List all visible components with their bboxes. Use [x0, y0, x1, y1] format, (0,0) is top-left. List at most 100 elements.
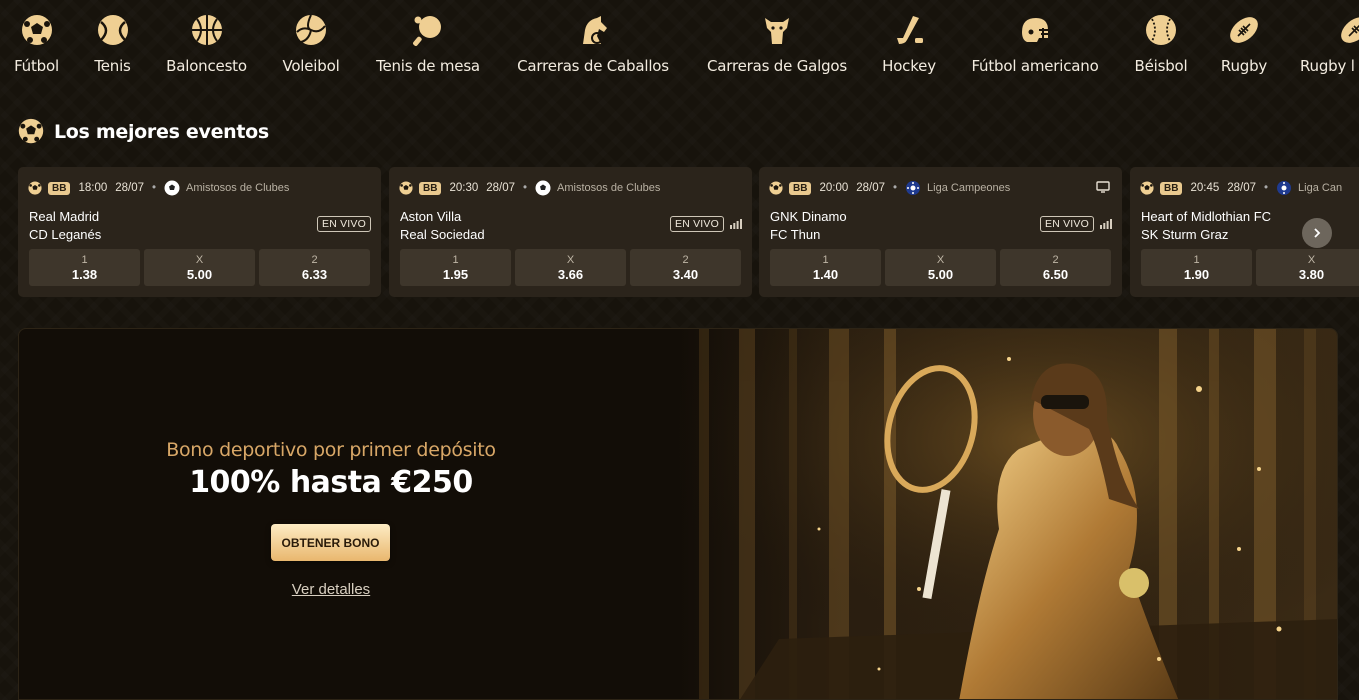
event-card[interactable]: BB 18:00 28/07 • Amistosos de Clubes Rea…: [18, 167, 381, 297]
sport-label: Tenis: [94, 57, 131, 75]
odds-row: 1 1.38 X 5.00 2 6.33: [29, 249, 370, 286]
away-team: FC Thun: [770, 227, 821, 242]
event-card[interactable]: BB 20:30 28/07 • Amistosos de Clubes Ast…: [389, 167, 752, 297]
sport-item-tenis-de-mesa[interactable]: Tenis de mesa: [374, 12, 482, 75]
odds-row: 1 1.95 X 3.66 2 3.40: [400, 249, 741, 286]
section-title: Los mejores eventos: [54, 121, 269, 143]
event-meta: BB 20:00 28/07 • Liga Campeones: [769, 180, 1010, 196]
sport-item-carreras-de-galgos[interactable]: Carreras de Galgos: [705, 12, 849, 75]
odd-value: 1.95: [442, 266, 469, 282]
tennis-player-illustration: [679, 329, 1337, 699]
bet-builder-badge: BB: [1160, 181, 1183, 195]
champions-league-icon: [906, 181, 921, 195]
get-bonus-button[interactable]: OBTENER BONO: [271, 524, 390, 561]
sport-item-futbol[interactable]: Fútbol: [13, 12, 60, 75]
odd-button-draw[interactable]: X 3.80: [1256, 249, 1359, 286]
event-time: 18:00: [78, 182, 108, 194]
away-team: SK Sturm Graz: [1141, 227, 1229, 242]
event-teams[interactable]: GNK Dinamo FC Thun: [770, 208, 847, 244]
competition-name: Liga Campeones: [927, 182, 1011, 194]
chevron-right-icon: [1314, 228, 1321, 238]
rugby-ball-icon: [1227, 12, 1261, 48]
separator-dot: •: [893, 182, 898, 194]
odd-value: 3.80: [1298, 266, 1325, 282]
sport-item-voleibol[interactable]: Voleibol: [280, 12, 342, 75]
event-teams[interactable]: Heart of Midlothian FC SK Sturm Graz: [1141, 208, 1271, 244]
sport-label: Fútbol americano: [971, 57, 1099, 75]
event-meta: BB 20:30 28/07 • Amistosos de Clubes: [399, 180, 660, 196]
odd-label: 1: [822, 253, 829, 266]
football-helmet-icon: [1018, 12, 1052, 48]
view-details-link[interactable]: Ver detalles: [19, 581, 643, 598]
odd-button-away[interactable]: 2 6.33: [259, 249, 370, 286]
odd-value: 1.40: [812, 266, 839, 282]
competition-name: Amistosos de Clubes: [186, 182, 290, 194]
odd-button-away[interactable]: 2 6.50: [1000, 249, 1111, 286]
odd-label: X: [1307, 253, 1316, 266]
live-badge: EN VIVO: [670, 216, 724, 232]
sport-item-baloncesto[interactable]: Baloncesto: [165, 12, 248, 75]
odd-value: 3.40: [672, 266, 699, 282]
odd-button-away[interactable]: 2 3.40: [630, 249, 741, 286]
event-teams[interactable]: Aston Villa Real Sociedad: [400, 208, 485, 244]
hockey-stick-icon: [892, 12, 926, 48]
sport-item-hockey[interactable]: Hockey: [881, 12, 937, 75]
stats-bars-icon[interactable]: [730, 219, 742, 229]
live-indicator: EN VIVO: [317, 216, 371, 232]
sport-item-futbol-americano[interactable]: Fútbol americano: [969, 12, 1101, 75]
odd-button-home[interactable]: 1 1.40: [770, 249, 881, 286]
event-teams[interactable]: Real Madrid CD Leganés: [29, 208, 101, 244]
rugby-ball-icon: [1338, 12, 1359, 48]
sport-label: Carreras de Galgos: [707, 57, 847, 75]
promo-subtitle: Bono deportivo por primer depósito: [166, 439, 496, 461]
soccer-ball-icon: [20, 12, 54, 48]
sport-item-carreras-de-caballos[interactable]: Carreras de Caballos: [514, 12, 672, 75]
odd-label: 1: [1193, 253, 1200, 266]
sport-item-rugby[interactable]: Rugby: [1219, 12, 1269, 75]
baseball-icon: [1144, 12, 1178, 48]
odd-label: X: [566, 253, 575, 266]
promo-headline: 100% hasta €250: [189, 465, 473, 500]
event-date: 28/07: [115, 182, 145, 194]
event-date: 28/07: [486, 182, 516, 194]
odd-value: 5.00: [186, 266, 213, 282]
event-card[interactable]: BB 20:00 28/07 • Liga Campeones GNK Dina…: [759, 167, 1122, 297]
stats-bars-icon[interactable]: [1100, 219, 1112, 229]
soccer-ball-icon: [399, 181, 413, 195]
odd-button-home[interactable]: 1 1.95: [400, 249, 511, 286]
odd-value: 5.00: [927, 266, 954, 282]
sport-label: Voleibol: [282, 57, 340, 75]
odd-button-draw[interactable]: X 5.00: [144, 249, 255, 286]
separator-dot: •: [523, 182, 528, 194]
odd-button-draw[interactable]: X 3.66: [515, 249, 626, 286]
soccer-ball-icon: [18, 118, 46, 146]
odd-button-home[interactable]: 1 1.38: [29, 249, 140, 286]
event-meta: BB 18:00 28/07 • Amistosos de Clubes: [28, 180, 289, 196]
live-stream-tv-icon[interactable]: [1096, 181, 1110, 193]
events-carousel: BB 18:00 28/07 • Amistosos de Clubes Rea…: [18, 167, 1359, 297]
promo-banner: Bono deportivo por primer depósito 100% …: [18, 328, 1338, 700]
live-badge: EN VIVO: [1040, 216, 1094, 232]
home-team: Heart of Midlothian FC: [1141, 209, 1272, 224]
separator-dot: •: [152, 182, 157, 194]
event-time: 20:45: [1190, 182, 1220, 194]
sport-item-rugby-league[interactable]: Rugby l: [1300, 12, 1359, 75]
odd-button-home[interactable]: 1 1.90: [1141, 249, 1252, 286]
odds-row: 1 1.90 X 3.80: [1141, 249, 1359, 286]
odd-value: 6.33: [301, 266, 328, 282]
sport-item-beisbol[interactable]: Béisbol: [1133, 12, 1189, 75]
event-date: 28/07: [856, 182, 886, 194]
carousel-next-button[interactable]: [1302, 218, 1332, 248]
odds-row: 1 1.40 X 5.00 2 6.50: [770, 249, 1111, 286]
event-date: 28/07: [1227, 182, 1257, 194]
odd-value: 6.50: [1042, 266, 1069, 282]
sport-item-tenis[interactable]: Tenis: [90, 12, 135, 75]
odd-button-draw[interactable]: X 5.00: [885, 249, 996, 286]
competition-icon: [164, 180, 180, 196]
promo-content: Bono deportivo por primer depósito 100% …: [19, 329, 643, 699]
odd-label: 1: [452, 253, 459, 266]
separator-dot: •: [1264, 182, 1269, 194]
soccer-ball-icon: [28, 181, 42, 195]
live-indicator: EN VIVO: [670, 216, 742, 232]
away-team: CD Leganés: [29, 227, 102, 242]
